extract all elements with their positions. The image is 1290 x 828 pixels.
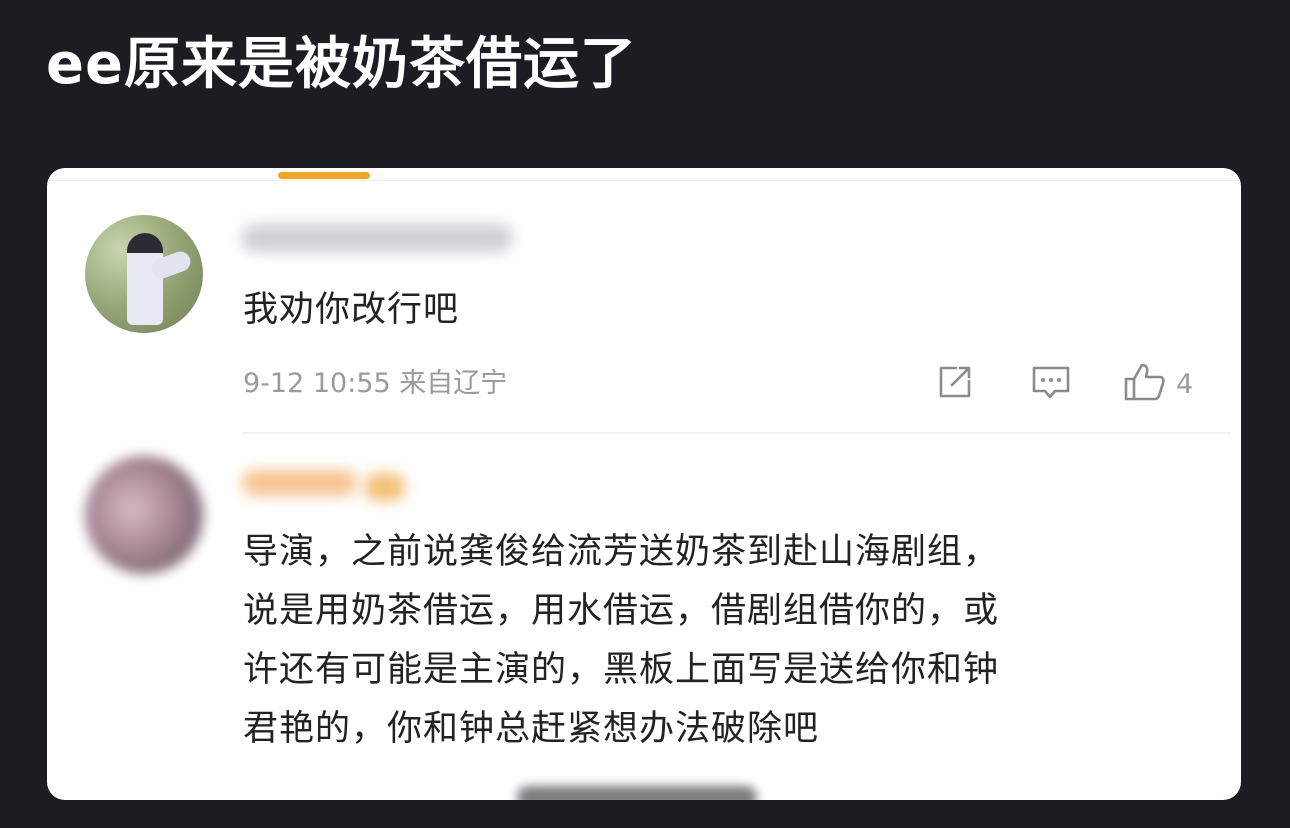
share-icon <box>935 362 975 406</box>
comment-line: 导演，之前说龚俊给流芳送奶茶到赴山海剧组， <box>243 532 1000 572</box>
avatar[interactable] <box>85 215 203 333</box>
blurred-overlay <box>517 786 757 800</box>
comment-text: 我劝你改行吧 <box>243 290 460 330</box>
active-tab-indicator <box>278 172 370 179</box>
comment-icon <box>1030 362 1072 406</box>
comment-line: 许还有可能是主演的，黑板上面写是送给你和钟 <box>243 650 1000 690</box>
comment-divider <box>243 432 1231 434</box>
comment-card: 我劝你改行吧 9-12 10:55 来自辽宁 4 导演，之前说龚俊给流芳送奶茶到… <box>47 168 1241 800</box>
comment-meta: 9-12 10:55 来自辽宁 <box>243 368 508 399</box>
post-title: ee原来是被奶茶借运了 <box>46 32 637 97</box>
share-button[interactable] <box>935 364 975 404</box>
thumbs-up-icon <box>1122 362 1166 406</box>
page: ee原来是被奶茶借运了 我劝你改行吧 9-12 10:55 来自辽宁 4 导演，… <box>0 0 1290 828</box>
like-count: 4 <box>1176 368 1194 400</box>
comment-text: 导演，之前说龚俊给流芳送奶茶到赴山海剧组， 说是用奶茶借运，用水借运，借剧组借你… <box>243 523 1193 759</box>
username-blurred[interactable] <box>242 224 512 252</box>
comment-line: 君艳的，你和钟总赶紧想办法破除吧 <box>243 709 820 749</box>
user-badge-blurred <box>365 473 405 501</box>
card-top-divider <box>47 180 1241 181</box>
comment-line: 说是用奶茶借运，用水借运，借剧组借你的，或 <box>243 591 1000 631</box>
like-button[interactable]: 4 <box>1122 362 1194 406</box>
avatar[interactable] <box>85 456 203 574</box>
comment-button[interactable] <box>1030 364 1072 404</box>
avatar-figure <box>127 233 163 325</box>
username-blurred[interactable] <box>242 470 357 496</box>
